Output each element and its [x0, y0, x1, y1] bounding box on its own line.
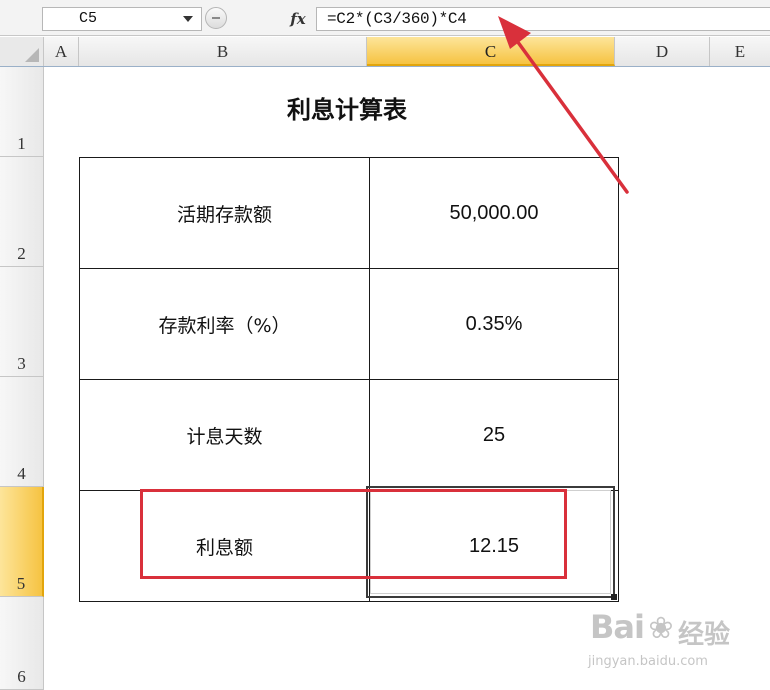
column-header-d[interactable]: D — [615, 37, 710, 66]
column-header-c[interactable]: C — [367, 37, 615, 66]
baidu-paw-icon: ❀ — [648, 612, 674, 645]
baidu-watermark: Bai ❀ 经验 jingyan.baidu.com — [588, 608, 766, 682]
table-row: 计息天数 25 — [79, 379, 619, 491]
formula-input[interactable]: =C2*(C3/360)*C4 — [316, 7, 770, 31]
fill-handle[interactable] — [611, 594, 617, 600]
row-header-1[interactable]: 1 — [0, 67, 44, 157]
formula-bar: C5 fx =C2*(C3/360)*C4 — [0, 0, 770, 36]
table-row: 存款利率（%） 0.35% — [79, 268, 619, 380]
row-header-3[interactable]: 3 — [0, 267, 44, 377]
cell-c3[interactable]: 0.35% — [369, 268, 619, 380]
column-header-e[interactable]: E — [710, 37, 770, 66]
cell-b4[interactable]: 计息天数 — [79, 379, 370, 491]
cell-c2[interactable]: 50,000.00 — [369, 157, 619, 269]
cell-b5[interactable]: 利息额 — [79, 490, 370, 602]
insert-function-icon[interactable]: fx — [286, 8, 310, 30]
row-header-2[interactable]: 2 — [0, 157, 44, 267]
column-header-b[interactable]: B — [79, 37, 367, 66]
column-header-a[interactable]: A — [44, 37, 79, 66]
watermark-logo: Bai — [590, 608, 645, 646]
watermark-text: 经验 — [678, 620, 731, 650]
row-header-6[interactable]: 6 — [0, 597, 44, 690]
chevron-down-icon[interactable] — [183, 16, 193, 22]
select-all-button[interactable] — [0, 37, 44, 66]
table-row: 活期存款额 50,000.00 — [79, 157, 619, 269]
column-header-row: A B C D E — [0, 37, 770, 67]
cell-b3[interactable]: 存款利率（%） — [79, 268, 370, 380]
sheet-title[interactable]: 利息计算表 — [79, 88, 615, 132]
cell-c4[interactable]: 25 — [369, 379, 619, 491]
cell-b2[interactable]: 活期存款额 — [79, 157, 370, 269]
watermark-url: jingyan.baidu.com — [588, 654, 708, 669]
row-header-4[interactable]: 4 — [0, 377, 44, 487]
row-header-5[interactable]: 5 — [0, 487, 44, 597]
formula-bar-splitter-icon[interactable] — [205, 7, 227, 29]
name-box[interactable]: C5 — [42, 7, 202, 31]
active-cell-selection — [366, 486, 615, 598]
